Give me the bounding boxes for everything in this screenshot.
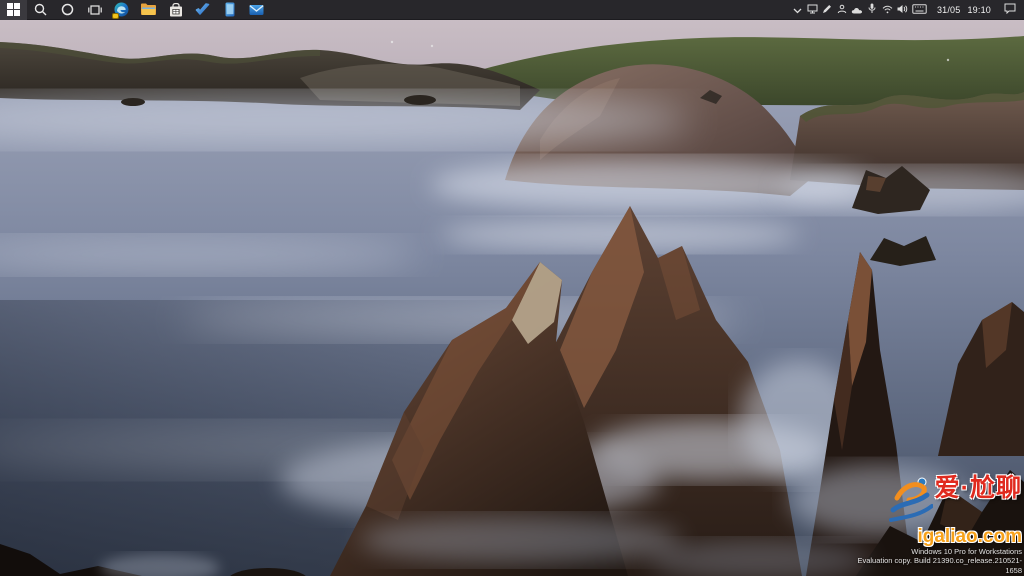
cortana-button[interactable] [54, 0, 81, 20]
search-button[interactable] [27, 0, 54, 20]
file-explorer-button[interactable] [135, 0, 162, 20]
brand-row: 爱·尬聊 [889, 476, 1022, 529]
tray-display-device[interactable] [805, 0, 820, 20]
touch-keyboard-icon [912, 1, 927, 19]
phone-icon [225, 2, 235, 17]
speaker-icon [897, 1, 908, 19]
brand-title: 爱·尬聊 [935, 476, 1022, 501]
taskbar-time: 19:10 [967, 5, 991, 15]
task-view-button[interactable] [81, 0, 108, 20]
tray-volume[interactable] [895, 0, 910, 20]
watermark-edition: Windows 10 Pro for Workstations [842, 547, 1022, 556]
taskbar-clock[interactable]: 31/05 19:10 [930, 0, 998, 20]
tray-microphone[interactable] [865, 0, 880, 20]
brand-domain: igaliao.com [917, 527, 1022, 546]
display-device-icon [807, 1, 818, 19]
pen-icon [822, 1, 832, 19]
microphone-icon [868, 1, 876, 19]
tray-people[interactable] [835, 0, 850, 20]
microsoft-store-button[interactable] [162, 0, 189, 20]
taskbar: 31/05 19:10 [0, 0, 1024, 20]
to-do-button[interactable] [189, 0, 216, 20]
desktop-screen: 31/05 19:10 [0, 0, 1024, 576]
mail-envelope-icon [249, 4, 264, 16]
person-icon [837, 1, 847, 19]
tray-touch-keyboard[interactable] [910, 0, 930, 20]
watermark-build: Evaluation copy. Build 21390.co_release.… [842, 556, 1022, 575]
tray-network[interactable] [880, 0, 895, 20]
running-figure-logo-icon [889, 476, 933, 529]
brand-watermark-block: 爱·尬聊 igaliao.com Windows 10 Pro for Work… [842, 476, 1022, 575]
your-phone-button[interactable] [216, 0, 243, 20]
edge-notification-badge [112, 13, 119, 19]
start-button[interactable] [0, 0, 27, 20]
to-do-checkmark-icon [195, 3, 210, 16]
mail-button[interactable] [243, 0, 270, 20]
search-icon [34, 3, 47, 16]
action-center-icon [1004, 1, 1016, 19]
system-tray: 31/05 19:10 [790, 0, 1024, 19]
cloud-icon [851, 1, 863, 19]
tray-onedrive[interactable] [850, 0, 865, 20]
cortana-circle-icon [61, 3, 74, 16]
chevron-icon [793, 1, 802, 19]
windows-logo-icon [7, 3, 20, 16]
taskbar-left [0, 0, 270, 19]
network-wifi-icon [882, 1, 893, 19]
file-explorer-icon [141, 3, 156, 16]
task-view-icon [88, 4, 102, 16]
microsoft-store-icon [169, 3, 183, 17]
windows-watermark: Windows 10 Pro for Workstations Evaluati… [842, 547, 1022, 575]
tray-pen[interactable] [820, 0, 835, 20]
edge-button[interactable] [108, 0, 135, 20]
taskbar-date: 31/05 [937, 5, 961, 15]
show-hidden-icons-button[interactable] [790, 0, 805, 20]
action-center-button[interactable] [998, 0, 1022, 20]
